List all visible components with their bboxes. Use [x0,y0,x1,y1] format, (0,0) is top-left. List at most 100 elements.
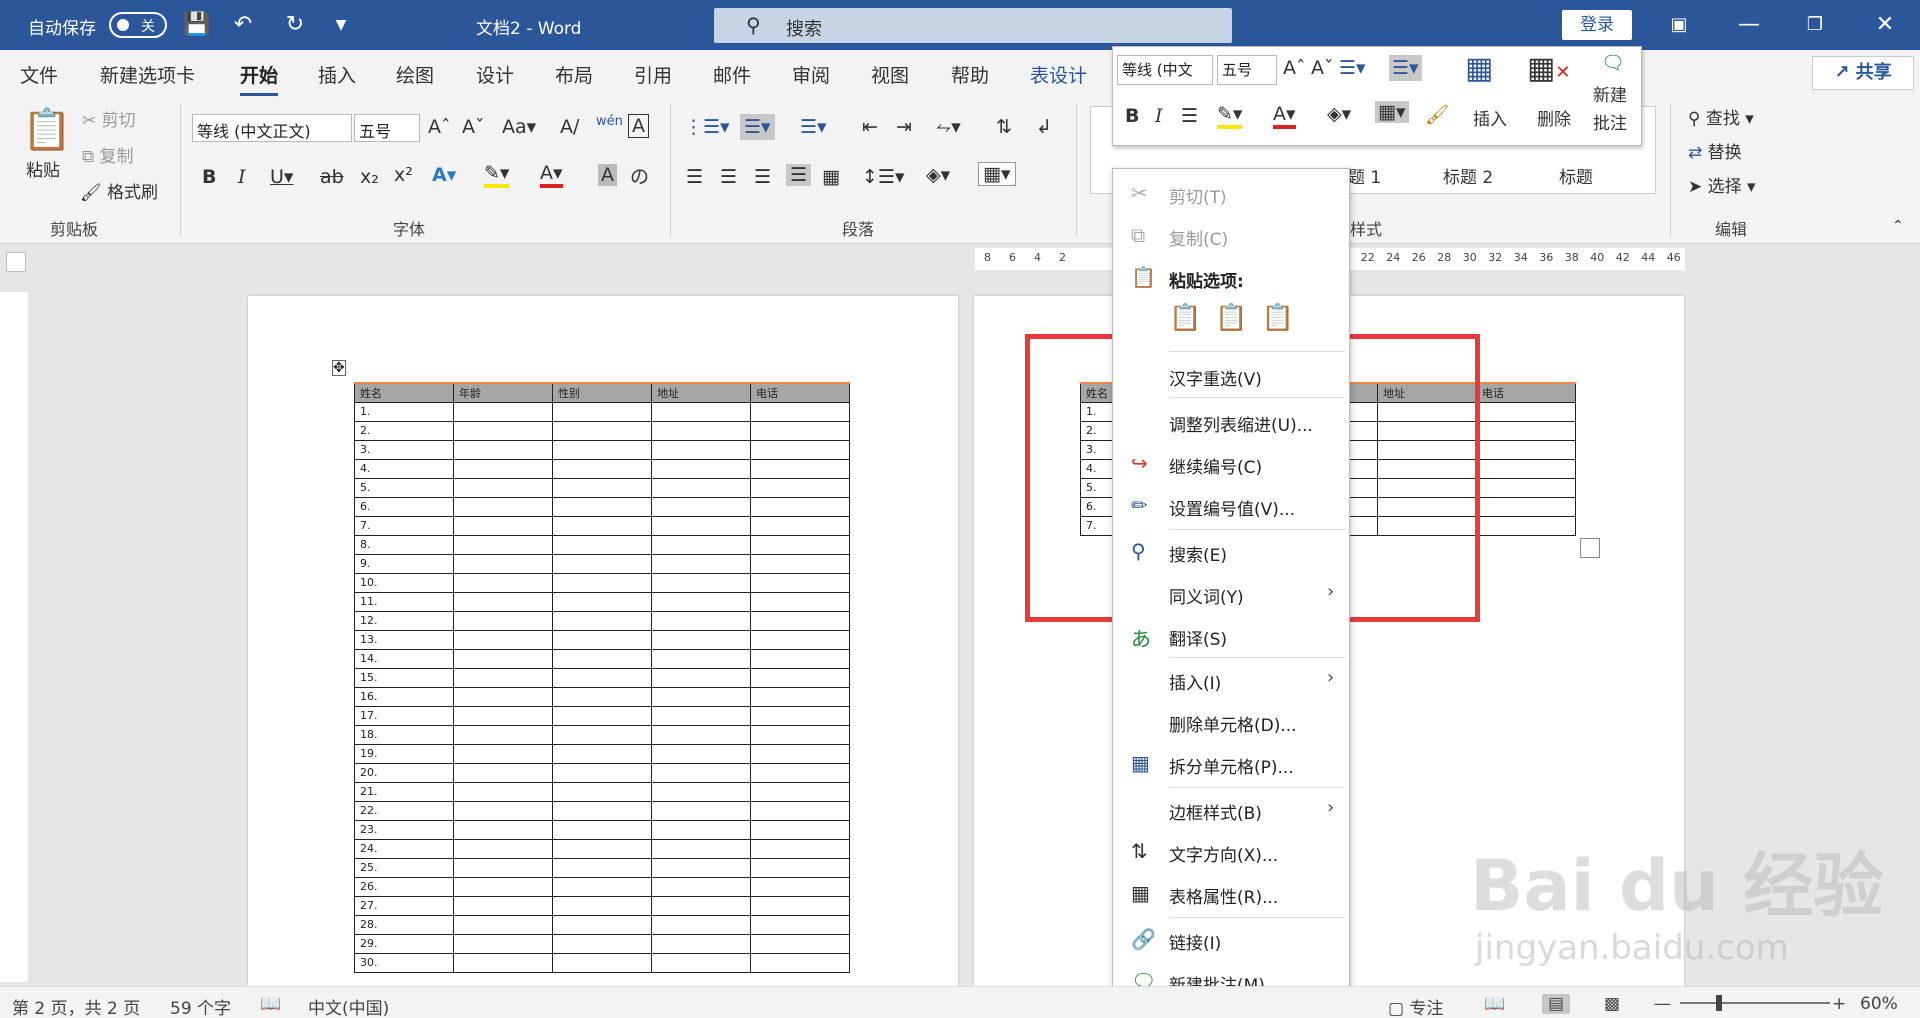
table-cell[interactable] [750,838,850,859]
strikethrough-icon[interactable]: ab [320,166,344,188]
table-cell[interactable]: 3. [354,439,454,460]
tab-new-tab[interactable]: 新建选项卡 [100,61,195,88]
ribbon-display-icon[interactable]: ▣ [1664,10,1694,40]
table-cell[interactable] [750,895,850,916]
table-cell[interactable]: 5. [354,477,454,498]
paste-text-only-icon[interactable]: 📋 [1262,303,1308,333]
table-cell[interactable] [453,439,553,460]
table-resize-handle[interactable] [1580,538,1600,558]
table-cell[interactable] [453,857,553,878]
table-cell[interactable]: 8. [354,534,454,555]
mini-italic-icon[interactable]: I [1155,105,1163,127]
table-cell[interactable]: 23. [354,819,454,840]
cut-button[interactable]: ✂ 剪切 [82,106,136,131]
table-cell[interactable]: 24. [354,838,454,859]
tab-insert[interactable]: 插入 [318,61,356,88]
tab-mailings[interactable]: 邮件 [713,61,751,88]
table-cell[interactable] [552,800,652,821]
table-cell[interactable] [750,781,850,802]
table-cell[interactable] [453,401,553,422]
table-cell[interactable] [552,705,652,726]
line-spacing-icon[interactable]: ↕☰▾ [862,166,905,188]
table-cell[interactable] [750,420,850,441]
mini-font-combo[interactable]: 等线 (中文 [1117,55,1213,85]
style-title[interactable]: 标题 [1559,163,1593,188]
table-header-cell[interactable]: 年龄 [453,382,553,403]
table-cell[interactable] [453,420,553,441]
table-cell[interactable] [651,553,751,574]
table-cell[interactable] [453,781,553,802]
menu-item-table-properties[interactable]: ▦ 表格属性(R)... [1113,873,1349,913]
table-cell[interactable] [1476,458,1576,479]
font-name-combo[interactable]: 等线 (中文正文) [192,114,352,142]
numbering-icon[interactable]: ☰▾ [740,114,775,140]
paste-icon[interactable]: 📋 [22,106,72,153]
menu-item-delete-cells[interactable]: 删除单元格(D)... [1113,701,1349,741]
table-cell[interactable] [651,496,751,517]
table-cell[interactable] [552,420,652,441]
mini-bullets-icon[interactable]: ☰▾ [1339,57,1366,79]
tab-review[interactable]: 审阅 [792,61,830,88]
grow-font-icon[interactable]: Aˆ [428,116,451,138]
table-cell[interactable] [750,629,850,650]
table-cell[interactable] [453,819,553,840]
table-cell[interactable] [651,686,751,707]
tab-view[interactable]: 视图 [871,61,909,88]
mini-delete-icon[interactable]: ▦✕ [1527,51,1570,86]
table-cell[interactable] [750,857,850,878]
justify-icon[interactable]: ☰ [786,164,812,186]
table-cell[interactable] [552,819,652,840]
find-button[interactable]: ⚲ 查找 ▾ [1688,104,1754,129]
table-cell[interactable]: 11. [354,591,454,612]
table-cell[interactable] [750,496,850,517]
table-cell[interactable] [552,458,652,479]
table-cell[interactable] [1476,477,1576,498]
table-cell[interactable]: 29. [354,933,454,954]
table-cell[interactable] [453,667,553,688]
page-count[interactable]: 第 2 页，共 2 页 [12,994,140,1018]
mini-insert-label[interactable]: 插入 [1473,105,1507,130]
table-cell[interactable] [750,876,850,897]
char-shading-icon[interactable]: A [598,164,617,186]
mini-bold-icon[interactable]: B [1125,105,1139,127]
underline-icon[interactable]: U▾ [270,166,293,188]
align-left-icon[interactable]: ☰ [686,166,703,188]
table-cell[interactable] [750,439,850,460]
paste-option-icons[interactable]: 📋📋📋 [1169,303,1308,333]
table-cell[interactable] [750,914,850,935]
table-cell[interactable] [552,401,652,422]
enclose-char-icon[interactable]: の [630,162,649,189]
shrink-font-icon[interactable]: Aˇ [462,116,485,138]
table-cell[interactable] [552,572,652,593]
menu-item-continue-numbering[interactable]: ↪ 继续编号(C) [1113,443,1349,483]
table-cell[interactable] [552,667,652,688]
table-cell[interactable] [651,515,751,536]
table-cell[interactable] [750,819,850,840]
table-cell[interactable] [1476,420,1576,441]
mini-format-painter-icon[interactable]: 🖌 [1425,103,1449,126]
table-cell[interactable] [1476,515,1576,536]
table-cell[interactable]: 1. [354,401,454,422]
table-cell[interactable]: 13. [354,629,454,650]
table-cell[interactable]: 30. [354,952,454,973]
mini-new-comment-icon[interactable]: 🗨 [1601,51,1625,74]
table-cell[interactable] [651,952,751,973]
customize-qat-icon[interactable]: ▼ [326,10,356,40]
table-cell[interactable]: 9. [354,553,454,574]
table-cell[interactable] [453,477,553,498]
table-cell[interactable]: 4. [354,458,454,479]
borders-icon[interactable]: ▦▾ [978,162,1016,186]
table-cell[interactable] [552,610,652,631]
table-cell[interactable] [552,914,652,935]
table-cell[interactable] [552,857,652,878]
table-cell[interactable] [651,819,751,840]
table-cell[interactable] [750,401,850,422]
paste-keep-format-icon[interactable]: 📋 [1169,303,1215,333]
table-cell[interactable]: 18. [354,724,454,745]
menu-item-insert[interactable]: 插入(I) › [1113,659,1349,699]
table-cell[interactable] [750,933,850,954]
tab-file[interactable]: 文件 [20,61,58,88]
table-cell[interactable]: 26. [354,876,454,897]
mini-grow-font-icon[interactable]: Aˆ [1283,57,1306,79]
table-cell[interactable] [552,933,652,954]
